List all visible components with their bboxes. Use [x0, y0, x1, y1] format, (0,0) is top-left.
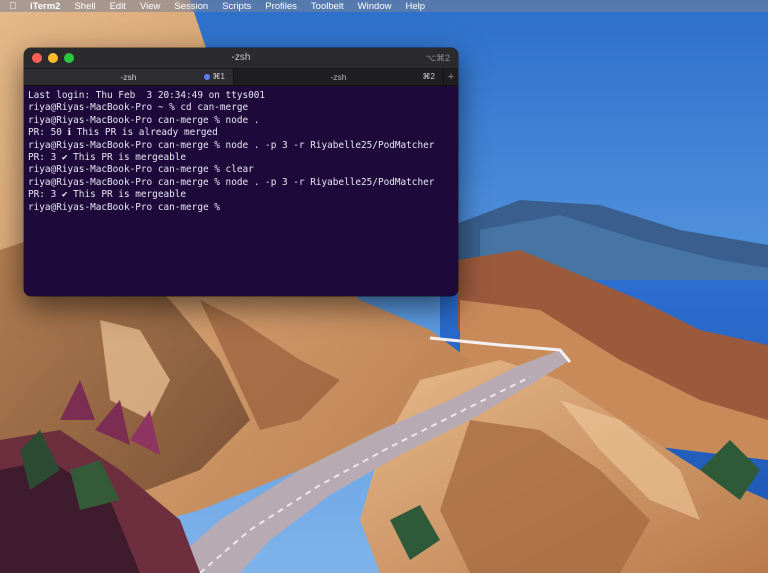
tab-2[interactable]: -zsh ⌘2 [233, 69, 443, 85]
menu-toolbelt[interactable]: Toolbelt [304, 1, 351, 12]
menu-iterm2[interactable]: iTerm2 [26, 1, 67, 12]
menu-shell[interactable]: Shell [67, 1, 102, 12]
tab-bar: -zsh ⌘1 -zsh ⌘2 + [24, 68, 458, 86]
terminal-line: riya@Riyas-MacBook-Pro can-merge % node … [28, 139, 435, 151]
terminal-line: riya@Riyas-MacBook-Pro can-merge % node … [28, 176, 435, 188]
tab-label: -zsh [120, 72, 137, 82]
terminal-prompt: riya@Riyas-MacBook-Pro can-merge % [28, 201, 220, 213]
terminal-line: PR: 3 ✔ This PR is mergeable [28, 189, 187, 201]
terminal-line: riya@Riyas-MacBook-Pro can-merge % clear [28, 164, 254, 176]
maximize-window-button[interactable] [64, 53, 74, 63]
menu-help[interactable]: Help [398, 1, 432, 12]
menu-edit[interactable]: Edit [103, 1, 133, 12]
tab-activity-indicator-icon [203, 74, 210, 80]
terminal-line: PR: 3 ✔ This PR is mergeable [28, 152, 187, 164]
minimize-window-button[interactable] [48, 53, 58, 63]
menu-profiles[interactable]: Profiles [258, 1, 304, 12]
new-tab-button[interactable]: + [443, 69, 458, 85]
tab-shortcut: ⌘1 [212, 72, 225, 81]
menu-session[interactable]: Session [167, 1, 215, 12]
menu-window[interactable]: Window [351, 1, 399, 12]
tab-shortcut: ⌘2 [422, 72, 435, 81]
terminal-window[interactable]: -zsh ⌥⌘2 -zsh ⌘1 -zsh ⌘2 + Last login: T… [24, 48, 458, 296]
terminal-output[interactable]: Last login: Thu Feb 3 20:34:49 on ttys00… [24, 86, 458, 214]
apple-logo-icon[interactable]:  [0, 1, 26, 12]
window-shortcut: ⌥⌘2 [425, 53, 450, 63]
terminal-line: riya@Riyas-MacBook-Pro can-merge % node … [28, 114, 260, 126]
close-window-button[interactable] [32, 53, 42, 63]
tab-label: -zsh [330, 72, 347, 82]
terminal-line: PR: 50 ℹ This PR is already merged [28, 127, 218, 139]
tab-1[interactable]: -zsh ⌘1 [24, 69, 233, 85]
terminal-line: Last login: Thu Feb 3 20:34:49 on ttys00… [28, 90, 266, 101]
window-title: -zsh [231, 52, 251, 63]
terminal-line: riya@Riyas-MacBook-Pro ~ % cd can-merge [28, 102, 249, 114]
window-controls [32, 53, 74, 63]
menu-scripts[interactable]: Scripts [215, 1, 258, 12]
window-titlebar[interactable]: -zsh ⌥⌘2 [24, 48, 458, 68]
menu-bar:  iTerm2 Shell Edit View Session Scripts… [0, 0, 768, 12]
menu-view[interactable]: View [133, 1, 167, 12]
